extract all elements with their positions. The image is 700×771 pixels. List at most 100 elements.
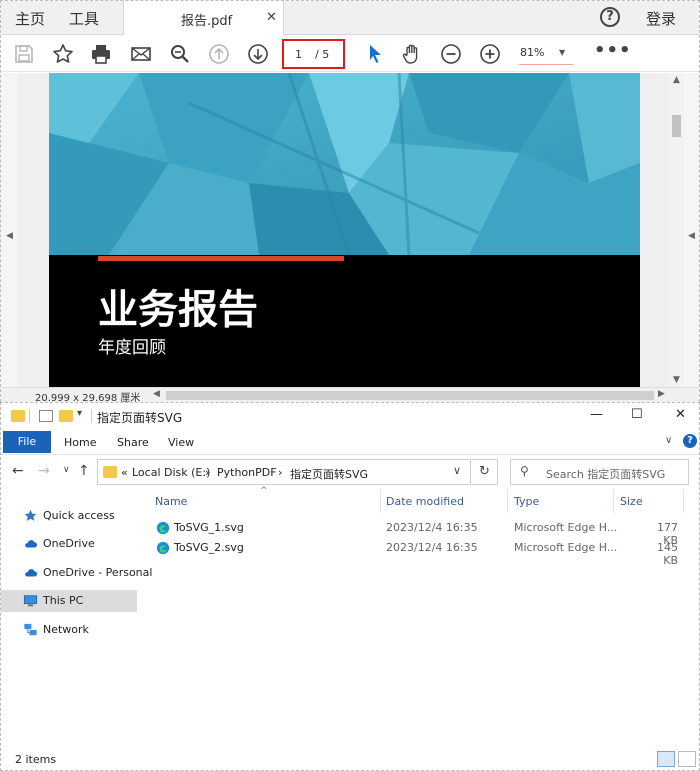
file-row[interactable]: ToSVG_2.svg 2023/12/4 16:35 Microsoft Ed… [151, 538, 691, 567]
breadcrumb-current-folder[interactable]: 指定页面转SVG [290, 466, 368, 482]
column-divider[interactable] [380, 489, 381, 513]
login-button[interactable]: 登录 [646, 8, 676, 29]
column-name[interactable]: Name [155, 495, 187, 508]
document-title: 业务报告 [98, 287, 258, 333]
star-icon [24, 509, 37, 521]
forward-icon[interactable]: → [38, 463, 50, 479]
nav-item-this-pc[interactable]: This PC [1, 590, 137, 612]
up-icon[interactable]: ↑ [78, 463, 90, 479]
edge-file-icon [156, 521, 170, 535]
column-divider[interactable] [507, 489, 508, 513]
breadcrumb-overflow[interactable]: « [121, 466, 128, 479]
chevron-down-icon[interactable]: ▼ [559, 48, 565, 57]
computer-icon [23, 595, 38, 607]
properties-icon[interactable] [39, 410, 53, 422]
total-pages-label: / 5 [315, 48, 330, 61]
back-icon[interactable]: ← [12, 463, 24, 479]
nav-item-label: OneDrive [43, 537, 95, 550]
scroll-up-icon[interactable]: ▲ [673, 75, 680, 85]
previous-page-icon[interactable] [207, 42, 231, 66]
expand-ribbon-icon[interactable]: ∨ [665, 435, 672, 446]
scroll-right-icon[interactable]: ▶ [658, 389, 665, 399]
email-icon[interactable] [129, 42, 153, 66]
address-bar[interactable]: « Local Disk (E:) › PythonPDF › 指定页面转SVG… [97, 459, 471, 485]
breadcrumb-pythonpdf[interactable]: PythonPDF [217, 466, 277, 479]
close-button[interactable]: ✕ [675, 407, 686, 422]
right-panel-rail[interactable]: ◀ [684, 73, 699, 387]
scroll-left-icon[interactable]: ◀ [153, 389, 160, 399]
current-page-input[interactable]: 1 [295, 48, 302, 61]
large-icons-view-icon[interactable] [678, 751, 696, 767]
zoom-search-icon[interactable] [168, 42, 192, 66]
column-size[interactable]: Size [620, 495, 643, 508]
tab-view[interactable]: View [168, 436, 194, 449]
details-view-icon[interactable] [657, 751, 675, 767]
new-folder-icon[interactable] [59, 410, 73, 422]
document-view-area: ◀ 业务报告 年度回顾 ▲ ▼ ◀ [1, 73, 699, 387]
address-dropdown-icon[interactable]: ∨ [453, 464, 461, 477]
left-panel-rail[interactable]: ◀ [1, 73, 18, 387]
toolbar-divider [29, 409, 30, 423]
bookmark-star-icon[interactable] [51, 42, 75, 66]
minimize-button[interactable]: — [590, 407, 603, 422]
help-icon[interactable]: ? [683, 434, 697, 448]
folder-icon [103, 466, 117, 478]
breadcrumb-separator[interactable]: › [278, 466, 282, 479]
column-type[interactable]: Type [514, 495, 539, 508]
document-tab[interactable]: 报告.pdf ✕ [123, 1, 284, 35]
breadcrumb-local-disk[interactable]: Local Disk (E:) [132, 466, 210, 479]
select-cursor-icon[interactable] [363, 42, 387, 66]
column-divider[interactable] [613, 489, 614, 513]
search-input[interactable]: Search 指定页面转SVG [546, 466, 665, 482]
tab-share[interactable]: Share [117, 436, 149, 449]
save-icon[interactable] [12, 42, 36, 66]
window-title: 指定页面转SVG [97, 411, 183, 425]
file-date: 2023/12/4 16:35 [386, 521, 478, 534]
more-options-icon[interactable]: ••• [594, 40, 632, 61]
recent-locations-icon[interactable]: ∨ [63, 465, 70, 475]
scroll-down-icon[interactable]: ▼ [673, 375, 680, 385]
explorer-title-bar: ▾ 指定页面转SVG — ☐ ✕ [1, 403, 699, 431]
zoom-out-icon[interactable] [439, 42, 463, 66]
tools-nav[interactable]: 工具 [69, 8, 99, 29]
print-icon[interactable] [89, 42, 113, 66]
file-type: Microsoft Edge H... [514, 521, 618, 534]
zoom-in-icon[interactable] [478, 42, 502, 66]
help-icon[interactable]: ? [600, 7, 620, 27]
file-row[interactable]: ToSVG_1.svg 2023/12/4 16:35 Microsoft Ed… [151, 518, 691, 547]
view-toggle [657, 751, 697, 767]
nav-item-onedrive[interactable]: OneDrive [1, 533, 137, 555]
nav-item-network[interactable]: Network [1, 619, 137, 641]
nav-item-quick-access[interactable]: Quick access [1, 505, 137, 527]
column-divider[interactable] [683, 489, 684, 513]
nav-item-onedrive-personal[interactable]: OneDrive - Personal [1, 562, 152, 584]
breadcrumb-separator[interactable]: › [205, 466, 209, 479]
ribbon-tabs: File Home Share View ∨ ? [1, 431, 699, 455]
close-tab-icon[interactable]: ✕ [266, 10, 277, 25]
home-nav[interactable]: 主页 [15, 8, 45, 29]
hand-tool-icon[interactable] [400, 42, 424, 66]
zoom-level-select[interactable]: 81% [520, 46, 544, 59]
page-number-box[interactable]: 1 / 5 [282, 39, 345, 69]
next-page-icon[interactable] [246, 42, 270, 66]
customize-toolbar-icon[interactable]: ▾ [77, 408, 91, 420]
cover-image [49, 73, 640, 255]
search-box[interactable]: ⚲ Search 指定页面转SVG [510, 459, 689, 485]
horizontal-scroll-thumb[interactable] [166, 391, 654, 400]
pdf-tab-bar: 主页 工具 报告.pdf ✕ ? 登录 [1, 1, 699, 35]
expand-right-panel-icon[interactable]: ◀ [688, 231, 695, 241]
document-subtitle: 年度回顾 [98, 338, 166, 358]
maximize-button[interactable]: ☐ [631, 407, 643, 422]
cloud-icon [25, 540, 38, 548]
file-tab[interactable]: File [3, 431, 51, 453]
column-date-modified[interactable]: Date modified [386, 495, 464, 508]
refresh-icon[interactable]: ↻ [472, 459, 498, 485]
nav-item-label: OneDrive - Personal [43, 566, 153, 579]
tab-home[interactable]: Home [64, 436, 96, 449]
file-name: ToSVG_1.svg [174, 521, 244, 534]
vertical-scroll-thumb[interactable] [672, 115, 681, 137]
vertical-scrollbar[interactable]: ▲ ▼ [669, 73, 684, 387]
address-row: ← → ∨ ↑ « Local Disk (E:) › PythonPDF › … [1, 455, 699, 489]
expand-left-panel-icon[interactable]: ◀ [6, 231, 13, 241]
document-tab-title: 报告.pdf [181, 14, 233, 29]
